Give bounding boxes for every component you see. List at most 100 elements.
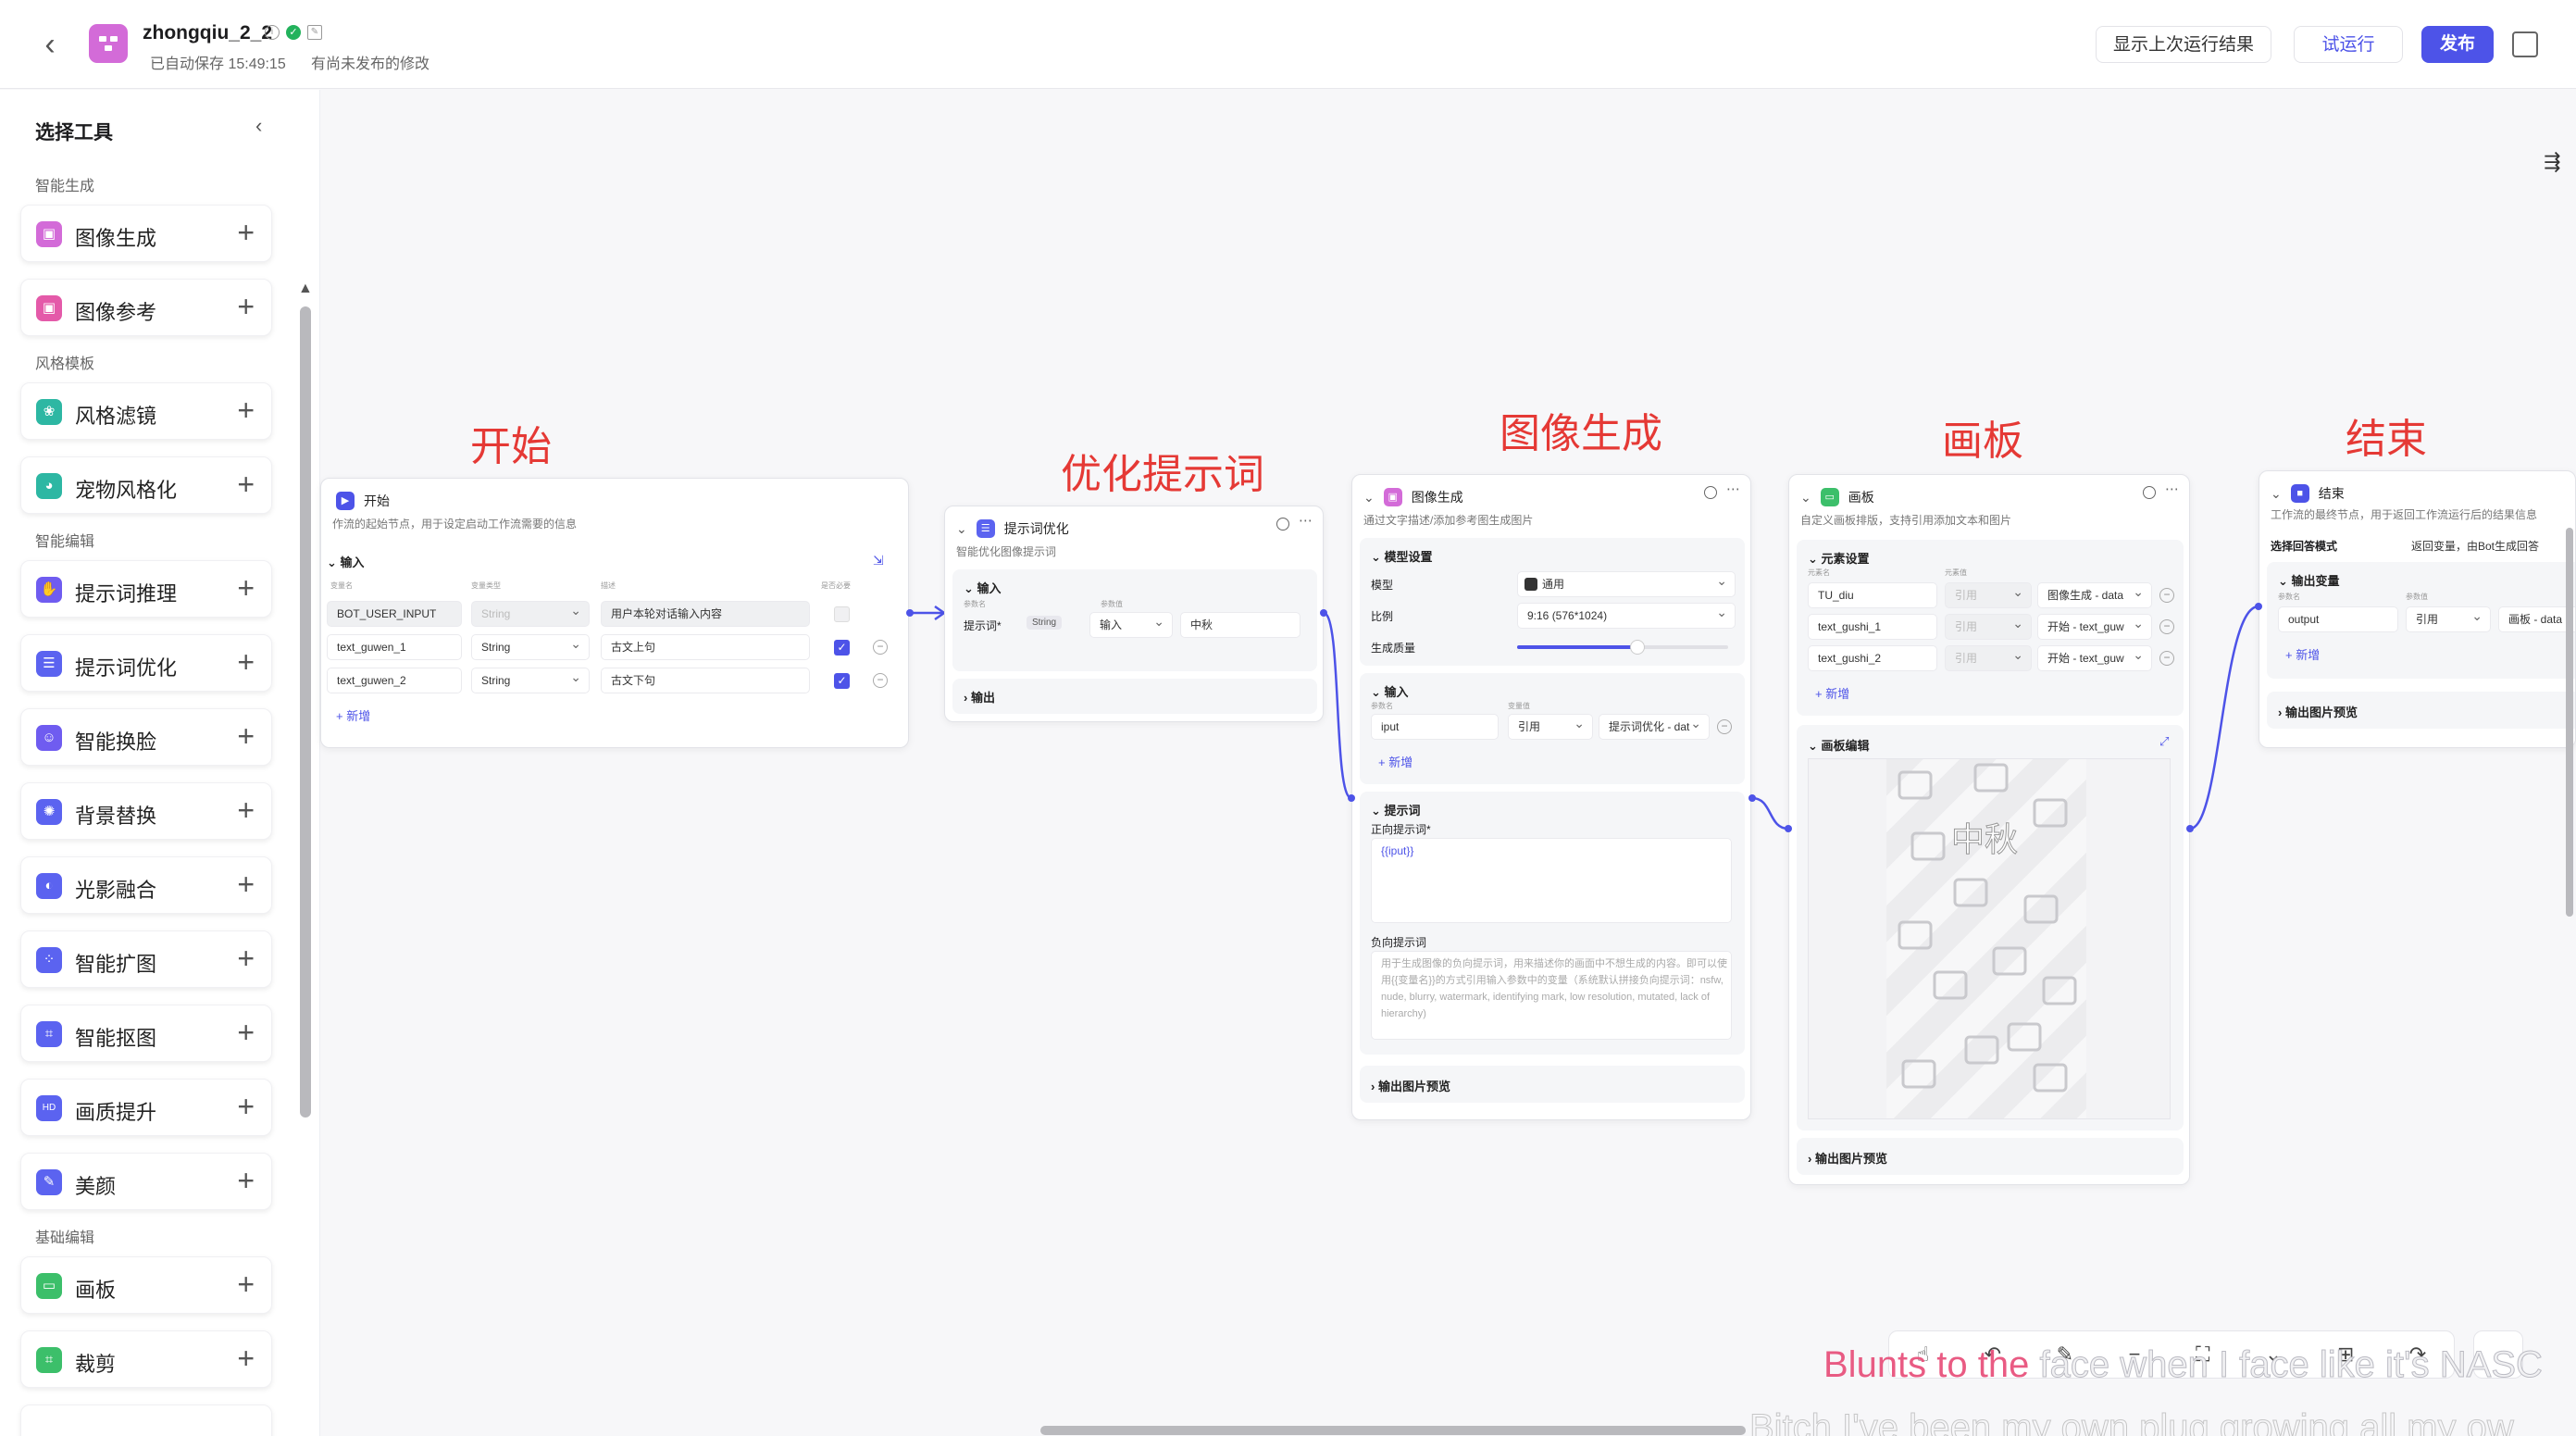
required-checkbox[interactable]: ✓ — [834, 640, 850, 656]
element-name-field[interactable]: TU_diu — [1808, 582, 1937, 608]
remove-icon[interactable]: − — [2159, 588, 2174, 603]
quality-slider-knob[interactable] — [1629, 640, 1645, 655]
var-type-select[interactable]: String — [471, 634, 590, 660]
output-preview-title[interactable]: › 输出图片预览 — [1371, 1077, 1450, 1094]
output-panel: › 输出 — [952, 679, 1317, 714]
quality-slider[interactable] — [1517, 640, 1728, 655]
import-icon[interactable]: ⇲ — [873, 553, 884, 568]
input-section-title[interactable]: ⌄ 输入 — [964, 579, 1002, 596]
prompt-section-title[interactable]: ⌄ 提示词 — [1371, 801, 1421, 818]
board-preview[interactable]: 中秋 — [1808, 758, 2171, 1119]
output-port[interactable] — [1320, 609, 1327, 617]
col-value: 变量值 — [1508, 702, 1530, 710]
locate-icon[interactable] — [2143, 486, 2156, 499]
param-value-field[interactable]: 中秋 — [1180, 612, 1300, 638]
element-ref-select[interactable]: 开始 - text_guw — [2037, 614, 2152, 640]
input-port[interactable] — [1785, 825, 1792, 832]
add-variable-button[interactable]: + 新增 — [336, 706, 370, 724]
output-preview-title[interactable]: › 输出图片预览 — [1808, 1149, 1887, 1167]
var-name-field[interactable]: text_guwen_1 — [327, 634, 462, 660]
node-description: 自定义画板排版，支持引用添加文本和图片 — [1800, 514, 2012, 527]
input-name-field[interactable]: iput — [1371, 714, 1499, 740]
collapse-chevron-icon[interactable]: ⌄ — [956, 521, 967, 537]
remove-icon[interactable]: − — [873, 640, 888, 655]
subtitle-rest: face when I face like it's NASC — [2029, 1344, 2543, 1386]
element-settings-title[interactable]: ⌄ 元素设置 — [1808, 549, 1870, 567]
remove-icon[interactable]: − — [1717, 719, 1732, 734]
var-desc-field[interactable]: 古文上句 — [601, 634, 810, 660]
output-port[interactable] — [2186, 825, 2194, 832]
node-description: 工作流的最终节点，用于返回工作流运行后的结果信息 — [2271, 508, 2538, 521]
var-desc-field[interactable]: 古文下句 — [601, 668, 810, 693]
collapse-chevron-icon[interactable]: ⌄ — [1800, 490, 1811, 506]
input-port[interactable] — [2255, 603, 2262, 610]
param-mode-select[interactable]: 输入 — [1089, 612, 1173, 638]
add-input-button[interactable]: + 新增 — [1378, 753, 1412, 770]
subtitle-line-1: Blunts to the face when I face like it's… — [1823, 1344, 2543, 1386]
output-preview-title[interactable]: › 输出图片预览 — [2278, 703, 2358, 720]
node-end[interactable]: ⌄ ■ 结束 工作流的最终节点，用于返回工作流运行后的结果信息 选择回答模式 返回变… — [2259, 470, 2576, 748]
input-ref-select[interactable]: 提示词优化 - dat — [1599, 714, 1710, 740]
expand-icon[interactable]: ⤢ — [2159, 734, 2169, 749]
start-icon: ▶ — [336, 492, 355, 510]
more-icon[interactable]: ⋯ — [2165, 481, 2179, 497]
output-mode-select[interactable]: 引用 — [2406, 606, 2491, 632]
element-name-field[interactable]: text_gushi_2 — [1808, 645, 1937, 671]
input-mode-select[interactable]: 引用 — [1508, 714, 1593, 740]
collapse-chevron-icon[interactable]: ⌄ — [1363, 490, 1375, 506]
subtitle-highlight: Blunts to the — [1823, 1344, 2030, 1385]
model-select[interactable]: 通用 — [1517, 571, 1736, 597]
input-section-title[interactable]: ⌄ 输入 — [1371, 682, 1409, 700]
required-checkbox[interactable]: ✓ — [834, 673, 850, 689]
input-port[interactable] — [1348, 794, 1355, 802]
output-variable-label: 输出变量 — [2291, 574, 2340, 588]
output-ref-select[interactable]: 画板 - data — [2498, 606, 2575, 632]
col-required: 是否必要 — [821, 581, 851, 590]
more-icon[interactable]: ⋯ — [1726, 481, 1740, 497]
answer-mode-value[interactable]: 返回变量，由Bot生成回答 — [2411, 538, 2539, 554]
positive-prompt-field[interactable]: {{iput}} — [1371, 838, 1732, 923]
var-desc-field[interactable]: 用户本轮对话输入内容 — [601, 601, 810, 627]
more-icon[interactable]: ⋯ — [1299, 512, 1313, 529]
board-edit-title[interactable]: ⌄ 画板编辑 — [1808, 736, 1870, 754]
ratio-label: 比例 — [1371, 610, 1394, 623]
canvas-vertical-scrollbar[interactable] — [2566, 528, 2573, 917]
collapse-chevron-icon[interactable]: ⌄ — [2271, 486, 2282, 502]
remove-icon[interactable]: − — [2159, 651, 2174, 666]
locate-icon[interactable] — [1276, 518, 1289, 531]
remove-icon[interactable]: − — [873, 673, 888, 688]
remove-icon[interactable]: − — [2159, 619, 2174, 634]
var-name-field[interactable]: text_guwen_2 — [327, 668, 462, 693]
element-ref-select[interactable]: 图像生成 - data — [2037, 582, 2152, 608]
element-name-field[interactable]: text_gushi_1 — [1808, 614, 1937, 640]
output-section-title[interactable]: › 输出 — [964, 688, 995, 706]
output-port[interactable] — [906, 609, 914, 617]
ratio-select[interactable]: 9:16 (576*1024) — [1517, 603, 1736, 629]
element-settings-label: 元素设置 — [1821, 552, 1870, 566]
node-image-generate[interactable]: ⌄ ▣ 图像生成 ⋯ 通过文字描述/添加参考图生成图片 ⌄ 模型设置 模型 通用 比… — [1351, 474, 1751, 1120]
negative-prompt-field[interactable]: 用于生成图像的负向提示词，用来描述你的画面中不想生成的内容。即可以使用{{变量名… — [1371, 951, 1732, 1040]
annotation-end: 结束 — [2346, 416, 2427, 463]
board-edit-label: 画板编辑 — [1821, 739, 1870, 753]
node-prompt-optimize[interactable]: ⌄ ☰ 提示词优化 ⋯ 智能优化图像提示词 ⌄ 输入 参数名 参数值 提示词* St… — [944, 506, 1324, 722]
imagegen-input-panel: ⌄ 输入 参数名 变量值 iput 引用 提示词优化 - dat − + 新增 — [1360, 673, 1745, 784]
model-label: 模型 — [1371, 579, 1394, 592]
node-header: ⌄ ■ 结束 — [2271, 484, 2345, 503]
node-start[interactable]: ▶ 开始 作流的起始节点，用于设定启动工作流需要的信息 ⌄ 输入 ⇲ 变量名 变量… — [320, 478, 909, 748]
annotation-image-gen: 图像生成 — [1500, 410, 1662, 457]
output-variable-title[interactable]: ⌄ 输出变量 — [2278, 571, 2340, 589]
add-output-button[interactable]: + 新增 — [2285, 645, 2320, 663]
node-canvas-board[interactable]: ⌄ ▭ 画板 ⋯ 自定义画板排版，支持引用添加文本和图片 ⌄ 元素设置 元素名 元素… — [1788, 474, 2190, 1185]
add-element-button[interactable]: + 新增 — [1815, 684, 1849, 702]
model-settings-title[interactable]: ⌄ 模型设置 — [1371, 547, 1433, 565]
node-title: 画板 — [1848, 490, 1874, 505]
node-description: 作流的起始节点，用于设定启动工作流需要的信息 — [332, 518, 578, 531]
element-ref-select[interactable]: 开始 - text_guw — [2037, 645, 2152, 671]
canvas-horizontal-scrollbar[interactable] — [1040, 1426, 1746, 1435]
var-type-select[interactable]: String — [471, 668, 590, 693]
var-name-field: BOT_USER_INPUT — [327, 601, 462, 627]
output-name-field[interactable]: output — [2278, 606, 2398, 632]
locate-icon[interactable] — [1704, 486, 1717, 499]
input-section-title[interactable]: ⌄ 输入 — [327, 553, 365, 570]
output-port[interactable] — [1748, 794, 1756, 802]
